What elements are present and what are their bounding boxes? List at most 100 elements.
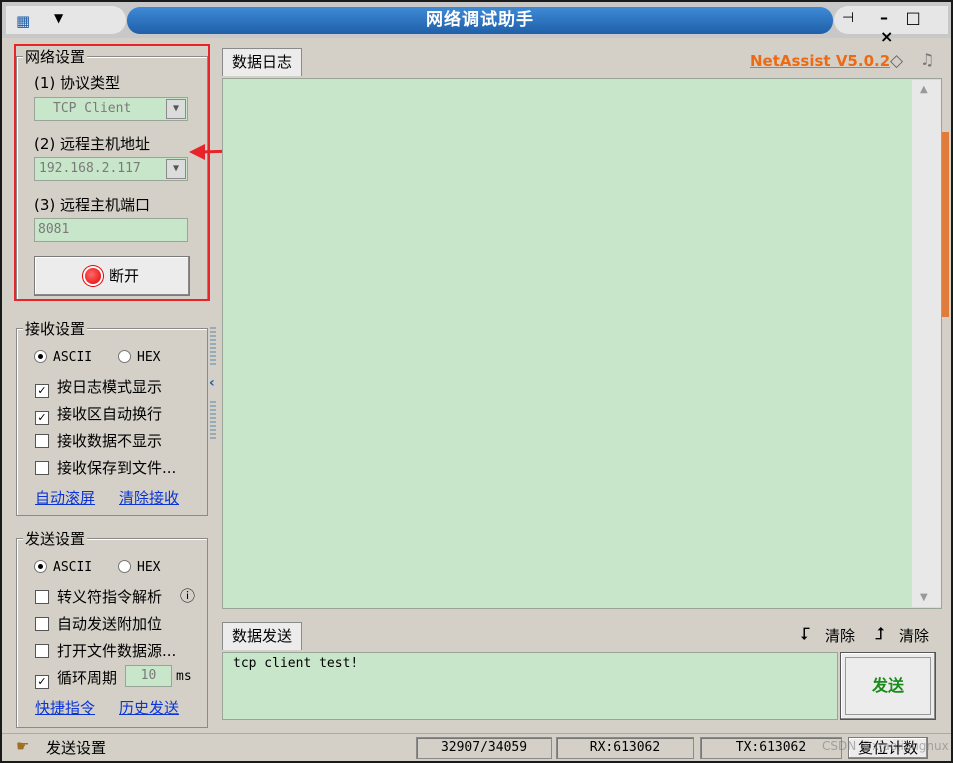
counter-cell: 32907/34059 <box>416 737 552 759</box>
counter-value: 32907/34059 <box>440 740 528 755</box>
chevron-down-icon[interactable]: ▼ <box>166 99 186 119</box>
period-value: 10 <box>140 668 157 683</box>
checkbox-box <box>35 434 49 448</box>
title-bar: ▦ ▼ 网络调试助手 ⊣ – □ × <box>2 2 951 46</box>
info-icon[interactable]: ⓘ <box>180 585 195 606</box>
main-window: ▦ ▼ 网络调试助手 ⊣ – □ × 网络设置 (1) 协议类型 TCP Cli… <box>0 0 953 763</box>
checkbox-box <box>35 617 49 631</box>
tab-data-send[interactable]: 数据发送 <box>222 622 302 650</box>
title-right-cap: ⊣ – □ × <box>834 6 948 46</box>
collapse-chevron-icon[interactable]: ‹ <box>209 375 215 391</box>
send-settings-title: 发送设置 <box>23 528 88 549</box>
auto-append-checkbox[interactable]: 自动发送附加位 <box>35 613 162 634</box>
receive-log-area[interactable] <box>222 78 942 609</box>
hide-data-checkbox[interactable]: 接收数据不显示 <box>35 430 162 451</box>
diamond-icon[interactable]: ◇ <box>890 51 903 71</box>
auto-scroll-link[interactable]: 自动滚屏 <box>35 487 95 508</box>
checkbox-box <box>35 461 49 475</box>
protocol-value: TCP Client <box>53 101 132 116</box>
host-label: (2) 远程主机地址 <box>34 135 151 153</box>
clear-receive-link[interactable]: 清除接收 <box>119 487 179 508</box>
tx-value: TX:613062 <box>735 740 807 755</box>
send-input[interactable]: tcp client test! <box>222 652 838 720</box>
auto-append-label: 自动发送附加位 <box>57 615 163 633</box>
receive-hex-label: HEX <box>137 350 161 365</box>
splitter-grip <box>210 327 216 367</box>
checkbox-box <box>35 644 49 658</box>
status-left-label: 发送设置 <box>46 739 107 757</box>
log-mode-checkbox[interactable]: ✓ 按日志模式显示 <box>35 376 162 398</box>
shortcut-commands-link[interactable]: 快捷指令 <box>35 697 95 718</box>
bell-icon[interactable]: ♫ <box>920 50 934 69</box>
clear-button-1[interactable]: 清除 <box>825 625 855 646</box>
save-to-file-checkbox[interactable]: 接收保存到文件... <box>35 457 176 478</box>
send-text: tcp client test! <box>233 656 359 671</box>
system-menu-arrow-icon[interactable]: ▼ <box>54 11 63 25</box>
scroll-up-icon[interactable]: ▲ <box>920 84 928 95</box>
radio-dot <box>34 560 47 573</box>
checkbox-box <box>35 590 49 604</box>
checkbox-box: ✓ <box>35 675 49 689</box>
clear-button-2[interactable]: 清除 <box>899 625 929 646</box>
rx-cell: RX:613062 <box>556 737 694 759</box>
chevron-down-icon[interactable]: ▼ <box>166 159 186 179</box>
period-input[interactable]: 10 <box>125 665 172 687</box>
send-hex-radio[interactable]: HEX <box>118 560 160 575</box>
status-bar: ☛ 发送设置 32907/34059 RX:613062 TX:613062 复… <box>2 733 951 761</box>
send-button-label: 发送 <box>871 676 904 695</box>
send-ascii-label: ASCII <box>53 560 93 575</box>
port-value: 8081 <box>38 222 70 237</box>
radio-dot <box>34 350 47 363</box>
receive-ascii-label: ASCII <box>53 350 93 365</box>
send-hex-label: HEX <box>137 560 161 575</box>
radio-dot <box>118 560 131 573</box>
checkbox-box: ✓ <box>35 384 49 398</box>
network-app-icon[interactable]: ▦ <box>16 12 30 30</box>
protocol-select[interactable]: TCP Client ▼ <box>34 97 188 121</box>
period-unit: ms <box>176 669 192 684</box>
splitter-grip <box>210 401 216 441</box>
connection-status-icon <box>84 268 101 284</box>
log-mode-label: 按日志模式显示 <box>57 378 163 396</box>
receive-settings-title: 接收设置 <box>23 318 88 339</box>
send-button[interactable]: 发送 <box>840 652 936 720</box>
host-select[interactable]: 192.168.2.117 ▼ <box>34 157 188 181</box>
title-left-cap: ▦ ▼ <box>6 6 126 34</box>
brand-link[interactable]: NetAssist V5.0.2 <box>750 52 890 70</box>
rx-value: RX:613062 <box>589 740 661 755</box>
cycle-period-checkbox[interactable]: ✓ 循环周期 <box>35 667 117 689</box>
tx-cell: TX:613062 <box>700 737 842 759</box>
data-send-label: 数据发送 <box>231 627 292 645</box>
save-to-file-label: 接收保存到文件... <box>57 459 177 477</box>
protocol-label: (1) 协议类型 <box>34 74 121 92</box>
file-source-checkbox[interactable]: 打开文件数据源... <box>35 640 176 661</box>
panel-splitter[interactable]: ‹ <box>209 327 217 444</box>
disconnect-button[interactable]: 断开 <box>34 256 190 296</box>
data-log-label: 数据日志 <box>231 53 292 71</box>
watermark: CSDN @xiaojiangnux <box>822 739 949 753</box>
window-controls[interactable]: – □ × <box>880 8 948 46</box>
receive-ascii-radio[interactable]: ASCII <box>34 350 92 365</box>
host-value: 192.168.2.117 <box>39 161 141 176</box>
tab-data-log[interactable]: 数据日志 <box>222 48 302 76</box>
escape-parse-checkbox[interactable]: 转义符指令解析 <box>35 586 162 607</box>
hide-data-label: 接收数据不显示 <box>57 432 163 450</box>
send-ascii-radio[interactable]: ASCII <box>34 560 92 575</box>
window-title: 网络调试助手 <box>127 7 833 34</box>
file-source-label: 打开文件数据源... <box>57 642 177 660</box>
checkbox-box: ✓ <box>35 411 49 425</box>
port-label: (3) 远程主机端口 <box>34 196 151 214</box>
send-history-link[interactable]: 历史发送 <box>119 697 179 718</box>
hand-pointer-icon: ☛ <box>16 737 30 755</box>
port-input[interactable]: 8081 <box>34 218 188 242</box>
pin-icon[interactable]: ⊣ <box>842 10 854 26</box>
radio-dot <box>118 350 131 363</box>
auto-wrap-checkbox[interactable]: ✓ 接收区自动换行 <box>35 403 162 425</box>
receive-hex-radio[interactable]: HEX <box>118 350 160 365</box>
log-scrollbar[interactable]: ▲ ▼ <box>912 80 941 607</box>
scroll-down-icon[interactable]: ▼ <box>920 592 928 603</box>
clear-up-arrow-icon[interactable]: ⮥ <box>875 624 885 644</box>
disconnect-label: 断开 <box>108 267 139 285</box>
clear-down-arrow-icon[interactable]: ⮦ <box>800 624 810 644</box>
escape-parse-label: 转义符指令解析 <box>57 588 163 606</box>
